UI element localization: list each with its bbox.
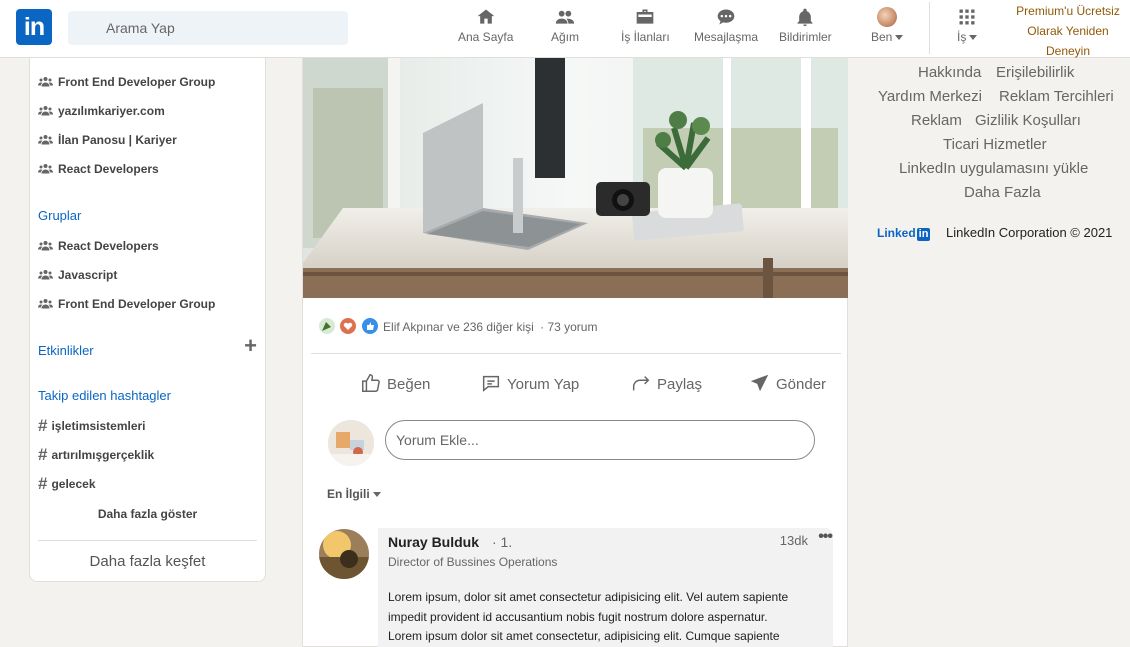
- add-event-plus-icon[interactable]: +: [244, 335, 257, 357]
- hashtag-icon: #: [38, 474, 48, 493]
- footer-link-accessibility[interactable]: Erişilebilirlik: [996, 64, 1074, 81]
- feed-post: Elif Akpınar ve 236 diğer kişi · 73 yoru…: [302, 58, 848, 647]
- show-more-button[interactable]: Daha fazla göster: [30, 507, 265, 521]
- group-icon: [38, 76, 53, 87]
- comments-count[interactable]: · 73 yorum: [540, 320, 597, 334]
- nav-messaging[interactable]: Mesajlaşma: [694, 7, 758, 44]
- hashtags-heading[interactable]: Takip edilen hashtagler: [38, 388, 171, 403]
- like-button[interactable]: Beğen: [360, 372, 430, 394]
- events-heading[interactable]: Etkinlikler: [38, 343, 94, 358]
- apps-grid-icon: [957, 7, 977, 29]
- messaging-icon: [694, 7, 758, 29]
- comment-input[interactable]: [386, 421, 814, 459]
- sort-dropdown[interactable]: En İlgili: [327, 487, 381, 501]
- linkedin-footer-logo: Linked in: [877, 226, 931, 241]
- nav-home[interactable]: Ana Sayfa: [458, 7, 513, 44]
- footer-link-business-services[interactable]: Ticari Hizmetler: [943, 136, 1047, 153]
- nav-home-label: Ana Sayfa: [458, 30, 514, 44]
- sidebar-group-item[interactable]: React Developers: [38, 239, 159, 253]
- sidebar-group-item[interactable]: İlan Panosu | Kariyer: [38, 133, 177, 147]
- post-reactions[interactable]: Elif Akpınar ve 236 diğer kişi · 73 yoru…: [319, 318, 597, 334]
- group-icon: [38, 269, 53, 280]
- comment-icon: [482, 375, 500, 392]
- love-reaction-icon: [340, 318, 357, 334]
- footer-link-more[interactable]: Daha Fazla: [964, 184, 1041, 201]
- sidebar-group-item[interactable]: Javascript: [38, 268, 117, 282]
- current-user-avatar: [328, 420, 374, 466]
- reactions-summary[interactable]: Elif Akpınar ve 236 diğer kişi: [383, 320, 534, 334]
- hashtag-icon: #: [38, 416, 48, 435]
- search-bar[interactable]: [68, 11, 348, 45]
- premium-link[interactable]: Premium'u Ücretsiz Olarak Yeniden Deneyi…: [1006, 1, 1130, 61]
- like-reaction-icon: [361, 318, 378, 334]
- comment-author-title: Director of Bussines Operations: [388, 555, 558, 569]
- share-icon: [632, 376, 650, 391]
- discover-more-button[interactable]: Daha fazla keşfet: [30, 553, 265, 570]
- search-input[interactable]: [68, 11, 348, 45]
- hashtag-icon: #: [38, 445, 48, 464]
- nav-work-label: İş: [957, 30, 967, 44]
- nav-divider: [929, 2, 930, 54]
- send-icon: [750, 374, 769, 392]
- top-navbar: in Ana Sayfa Ağım İş İlanları Mesajlaşma…: [0, 0, 1130, 58]
- nav-network-label: Ağım: [551, 30, 580, 44]
- footer-link-privacy[interactable]: Gizlilik Koşulları: [975, 112, 1081, 129]
- sidebar-divider: [38, 540, 257, 541]
- post-divider: [311, 353, 841, 354]
- comment-card: Nuray Bulduk · 1. 13dk ••• Director of B…: [378, 528, 833, 647]
- copyright-text: LinkedIn Corporation © 2021: [946, 225, 1113, 240]
- footer-link-get-app[interactable]: LinkedIn uygulamasını yükle: [899, 160, 1088, 177]
- more-options-icon[interactable]: •••: [818, 528, 833, 546]
- group-icon: [38, 105, 53, 116]
- group-icon: [38, 240, 53, 251]
- nav-jobs-label: İş İlanları: [621, 30, 670, 44]
- chevron-down-icon: [372, 492, 381, 498]
- share-button[interactable]: Paylaş: [630, 372, 702, 394]
- connection-degree: · 1.: [492, 534, 513, 550]
- linkedin-logo[interactable]: in: [16, 9, 52, 45]
- nav-notifications-label: Bildirimler: [779, 30, 832, 44]
- footer-link-advertising[interactable]: Reklam: [911, 112, 962, 129]
- group-icon: [38, 134, 53, 145]
- group-icon: [38, 163, 53, 174]
- thumbs-up-icon: [362, 374, 380, 392]
- chevron-down-icon: [969, 35, 978, 41]
- briefcase-icon: [621, 7, 670, 29]
- comment-field[interactable]: [385, 420, 815, 460]
- hashtag-item[interactable]: # işletimsistemleri: [38, 416, 146, 436]
- comment-button[interactable]: Yorum Yap: [480, 372, 579, 394]
- comment-time: 13dk: [779, 533, 808, 548]
- comment-text: Lorem ipsum, dolor sit amet consectetur …: [388, 590, 789, 643]
- nav-network[interactable]: Ağım: [551, 7, 579, 44]
- nav-work[interactable]: İş: [957, 7, 978, 44]
- left-sidebar: Front End Developer Group yazılımkariyer…: [29, 58, 266, 582]
- footer-link-about[interactable]: Hakkında: [918, 64, 981, 81]
- sidebar-group-item[interactable]: Front End Developer Group: [38, 297, 215, 311]
- sidebar-group-item[interactable]: Front End Developer Group: [38, 75, 215, 89]
- group-icon: [38, 298, 53, 309]
- commenter-avatar[interactable]: [319, 529, 369, 579]
- hashtag-item[interactable]: # gelecek: [38, 474, 96, 494]
- chevron-down-icon: [895, 35, 904, 41]
- footer-link-ad-preferences[interactable]: Reklam Tercihleri: [999, 88, 1114, 105]
- send-button[interactable]: Gönder: [749, 372, 826, 394]
- nav-me-label: Ben: [871, 30, 893, 44]
- hashtag-item[interactable]: # artırılmışgerçeklik: [38, 445, 154, 465]
- nav-jobs[interactable]: İş İlanları: [621, 7, 670, 44]
- nav-notifications[interactable]: Bildirimler: [779, 7, 832, 44]
- bell-icon: [779, 7, 832, 29]
- sidebar-group-item[interactable]: yazılımkariyer.com: [38, 104, 165, 118]
- home-icon: [458, 7, 513, 29]
- post-image: [303, 58, 848, 298]
- footer-link-help-center[interactable]: Yardım Merkezi: [878, 88, 982, 105]
- celebrate-reaction-icon: [319, 318, 335, 334]
- network-icon: [551, 7, 579, 29]
- comment-author[interactable]: Nuray Bulduk: [388, 534, 479, 550]
- sidebar-group-item[interactable]: React Developers: [38, 162, 159, 176]
- groups-heading[interactable]: Gruplar: [38, 208, 81, 223]
- nav-me[interactable]: Ben: [871, 7, 904, 44]
- nav-messaging-label: Mesajlaşma: [694, 30, 759, 44]
- profile-avatar: [877, 7, 898, 27]
